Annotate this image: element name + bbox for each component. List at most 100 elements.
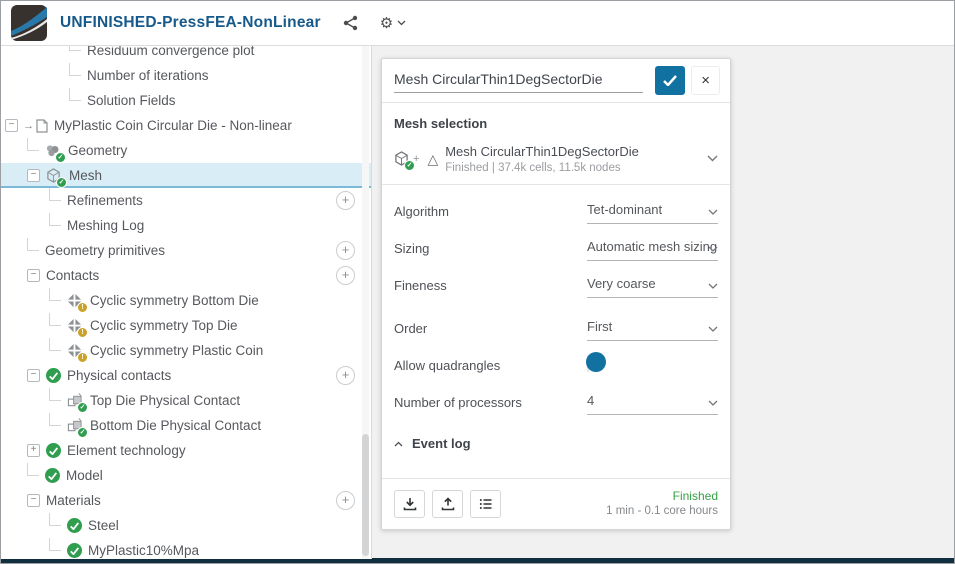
add-refinement-button[interactable]: + [336, 191, 355, 210]
app-logo [11, 5, 47, 41]
collapse-icon[interactable]: − [27, 369, 40, 382]
close-button[interactable]: × [691, 66, 720, 95]
toggle-knob [586, 352, 606, 372]
collapse-icon[interactable]: − [27, 494, 40, 507]
tree-connector [69, 63, 81, 76]
add-contact-button[interactable]: + [336, 266, 355, 285]
gear-icon: ⚙ [379, 15, 394, 32]
tree-connector [69, 46, 81, 51]
triangle-icon: △ [427, 150, 439, 167]
status-badge: Finished [672, 489, 718, 504]
tree-item-solution-fields[interactable]: Solution Fields [1, 88, 371, 113]
tree-item-refinements[interactable]: Refinements + [1, 188, 371, 213]
physical-contact-icon: ✓ [67, 417, 88, 438]
warning-badge: ! [77, 301, 88, 313]
tree-item-number-of-iterations[interactable]: Number of iterations [1, 63, 371, 88]
physical-contact-icon: ✓ [67, 392, 88, 413]
check-icon [663, 75, 677, 86]
field-label: Sizing [394, 241, 430, 256]
tree-item-geometry-primitives[interactable]: Geometry primitives + [1, 238, 371, 263]
tree-item-myplastic[interactable]: MyPlastic10%Mpa [1, 538, 371, 559]
tree-item-contacts[interactable]: − Contacts + [1, 263, 371, 288]
field-number-of-processors: Number of processors 4 [382, 384, 730, 421]
add-material-button[interactable]: + [336, 491, 355, 510]
event-log-expander[interactable]: Event log [382, 421, 730, 457]
tree-item-steel[interactable]: Steel [1, 513, 371, 538]
field-sizing: Sizing Automatic mesh sizing [382, 230, 730, 267]
tree-item-geometry[interactable]: ✓ Geometry [1, 138, 371, 163]
add-geometry-primitive-button[interactable]: + [336, 241, 355, 260]
tree-item-element-technology[interactable]: + Element technology [1, 438, 371, 463]
mesh-selection-item[interactable]: ✓ + △ Mesh CircularThin1DegSectorDie Fin… [382, 135, 730, 184]
tree-item-model[interactable]: Model [1, 463, 371, 488]
warning-badge: ! [77, 326, 88, 338]
algorithm-select[interactable]: Tet-dominant [587, 200, 718, 224]
chevron-down-icon [708, 209, 718, 215]
allow-quadrangles-toggle[interactable] [586, 352, 606, 372]
tree-item-physical-contacts[interactable]: − Physical contacts + [1, 363, 371, 388]
tree-item-cyclic-symmetry-top-die[interactable]: ! Cyclic symmetry Top Die [1, 313, 371, 338]
add-physical-contact-button[interactable]: + [336, 366, 355, 385]
check-badge: ✓ [77, 426, 88, 438]
chevron-up-icon [394, 441, 403, 446]
collapse-icon[interactable]: − [27, 169, 40, 182]
tree-item-bottom-die-physical-contact[interactable]: ✓ Bottom Die Physical Contact [1, 413, 371, 438]
warning-badge: ! [77, 351, 88, 363]
chevron-down-icon [397, 20, 406, 26]
download-button[interactable] [394, 490, 425, 519]
tree-connector [49, 313, 61, 326]
tree-item-top-die-physical-contact[interactable]: ✓ Top Die Physical Contact [1, 388, 371, 413]
tree-item-residuum-plot[interactable]: Residuum convergence plot [1, 46, 371, 63]
mesh-selection-heading: Mesh selection [394, 116, 488, 131]
expand-icon[interactable]: + [27, 444, 40, 457]
list-icon [479, 499, 491, 510]
order-select[interactable]: First [587, 317, 718, 341]
upload-button[interactable] [432, 490, 463, 519]
tree-item-simulation-root[interactable]: − → MyPlastic Coin Circular Die - Non-li… [1, 113, 371, 138]
share-icon[interactable] [343, 15, 358, 31]
tree-connector [49, 538, 61, 551]
close-icon: × [701, 72, 711, 89]
sizing-select[interactable]: Automatic mesh sizing [587, 237, 718, 261]
settings-menu[interactable]: ⚙ [380, 14, 406, 32]
import-arrow-icon: → [23, 119, 34, 132]
collapse-icon[interactable]: − [27, 269, 40, 282]
tree-item-cyclic-symmetry-plastic-coin[interactable]: ! Cyclic symmetry Plastic Coin [1, 338, 371, 363]
cyclic-symmetry-icon: ! [67, 293, 88, 313]
field-label: Order [394, 321, 428, 336]
tree-item-cyclic-symmetry-bottom-die[interactable]: ! Cyclic symmetry Bottom Die [1, 288, 371, 313]
app-header: UNFINISHED-PressFEA-NonLinear ⚙ [1, 1, 954, 46]
success-check-icon [45, 468, 60, 483]
tree-scrollbar[interactable] [362, 46, 369, 559]
tree-scrollbar-thumb[interactable] [362, 434, 369, 556]
field-label: Fineness [394, 278, 447, 293]
apply-button[interactable] [654, 66, 686, 95]
tree-connector [27, 463, 39, 476]
check-badge: ✓ [77, 401, 88, 413]
fineness-select[interactable]: Very coarse [587, 274, 718, 298]
success-check-icon [67, 543, 82, 558]
processors-select[interactable]: 4 [587, 391, 718, 415]
tree-connector [27, 138, 39, 151]
panel-header: × [382, 59, 730, 102]
download-icon [403, 498, 416, 511]
tree-connector [49, 338, 61, 351]
mesh-icon: ✓ [46, 167, 67, 188]
success-check-icon [46, 368, 61, 383]
log-list-button[interactable] [470, 490, 501, 519]
mesh-name-input[interactable] [394, 68, 643, 93]
project-title: UNFINISHED-PressFEA-NonLinear [60, 14, 321, 31]
field-order: Order First [382, 310, 730, 347]
collapse-icon[interactable]: − [5, 119, 18, 132]
mesh-item-status: Finished | 37.4k cells, 11.5k nodes [445, 162, 621, 174]
check-badge: ✓ [56, 176, 67, 188]
cyclic-symmetry-icon: ! [67, 343, 88, 363]
tree-connector [27, 238, 39, 251]
tree-connector [49, 513, 61, 526]
chevron-down-icon [708, 246, 718, 252]
tree-item-materials[interactable]: − Materials + [1, 488, 371, 513]
field-label: Number of processors [394, 395, 522, 410]
tree-item-meshing-log[interactable]: Meshing Log [1, 213, 371, 238]
tree-item-mesh[interactable]: − ✓ Mesh [1, 163, 371, 188]
mesh-settings-panel: × Mesh selection ✓ + △ Mesh CircularThin… [381, 58, 731, 530]
